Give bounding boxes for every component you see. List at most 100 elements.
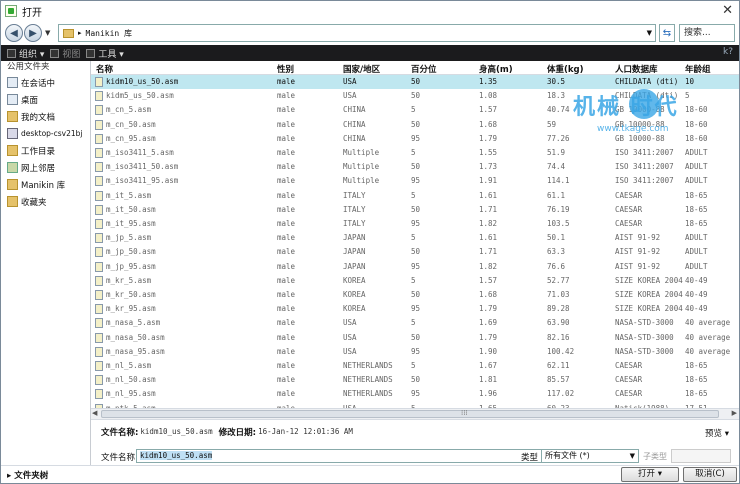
table-row[interactable]: kidm10_us_50.asm male USA 50 1.35 30.5 CHILDAT… [91, 75, 739, 89]
table-cell: KOREA [343, 275, 366, 285]
table-cell: 63.3 [547, 247, 566, 257]
sidebar-item-label: 我的文档 [21, 112, 56, 123]
column-header[interactable]: 身高(m) [479, 63, 513, 75]
table-cell: CAESAR [615, 361, 643, 370]
table-row[interactable]: m_nasa_95.asm male USA 95 1.90 100.42 NASA-STD… [91, 345, 739, 359]
table-row[interactable]: m_jp_5.asm male JAPAN 5 1.61 50.1 AIST 91-92 AD… [91, 231, 739, 245]
column-header[interactable]: 名称 [96, 63, 113, 75]
views-button[interactable]: 视图 [50, 47, 80, 60]
window-title: 打开 [22, 7, 42, 19]
sidebar-item-desktop[interactable]: 桌面 [1, 91, 90, 108]
table-cell: CHINA [343, 133, 366, 143]
table-cell: male [277, 361, 296, 370]
table-cell: m_nl_5.asm [106, 361, 152, 370]
sidebar-item-computer[interactable]: desktop-csv21bj [1, 125, 90, 142]
table-cell: male [277, 105, 296, 115]
address-dropdown-icon[interactable]: ▼ [647, 29, 652, 37]
address-bar[interactable]: ▸ Manikin 库 ▼ [58, 24, 656, 42]
sidebar-item-session[interactable]: 在会话中 [1, 74, 90, 91]
breadcrumb[interactable]: Manikin 库 [86, 28, 133, 39]
subtype-select[interactable] [671, 449, 731, 463]
table-cell: male [277, 133, 296, 143]
back-arrow-icon[interactable]: ◀ [5, 24, 23, 42]
sidebar-item-favorites[interactable]: 收藏夹 [1, 193, 90, 210]
table-cell: NASA-STD-3000 [615, 318, 674, 328]
favorites-icon [7, 196, 18, 207]
sidebar-item-workdir[interactable]: 工作目录 [1, 142, 90, 159]
column-header[interactable]: 百分位 [411, 63, 437, 75]
table-row[interactable]: m_kr_50.asm male KOREA 50 1.68 71.03 SIZE KORE… [91, 288, 739, 302]
table-cell: 50 [411, 162, 421, 172]
scroll-right-icon[interactable]: ▶ [732, 409, 737, 417]
filename-value: kidm10_us_50.asm [140, 451, 213, 460]
table-cell: 95 [411, 176, 421, 186]
table-cell: 5 [411, 105, 416, 115]
cancel-button[interactable]: 取消(C) [683, 467, 737, 482]
sidebar-item-documents[interactable]: 我的文档 [1, 108, 90, 125]
table-row[interactable]: m_iso3411_95.asm male Multiple 95 1.91 114.1 I… [91, 174, 739, 188]
history-dropdown-icon[interactable]: ▼ [45, 29, 50, 37]
asm-file-icon [95, 176, 103, 187]
column-header[interactable]: 年龄组 [685, 63, 711, 75]
column-header[interactable]: 人口数据库 [615, 63, 658, 75]
table-row[interactable]: m_iso3411_5.asm male Multiple 5 1.55 51.9 ISO … [91, 146, 739, 160]
table-row[interactable]: m_kr_5.asm male KOREA 5 1.57 52.77 SIZE KOREA … [91, 274, 739, 288]
table-cell: 18-65 [685, 219, 708, 228]
table-row[interactable]: m_nl_5.asm male NETHERLANDS 5 1.67 62.11 CAESA… [91, 359, 739, 373]
organize-button[interactable]: 组织 ▾ [7, 47, 44, 60]
table-cell: NETHERLANDS [343, 389, 393, 399]
tools-label: 工具 ▾ [98, 49, 124, 60]
title-bar: 打开 ✕ [1, 1, 739, 21]
refresh-icon[interactable]: ⇆ [659, 24, 675, 42]
table-row[interactable]: m_jp_50.asm male JAPAN 50 1.71 63.3 AIST 91-92… [91, 245, 739, 259]
table-cell: SIZE KOREA 2004 [615, 304, 683, 314]
table-cell: 1.68 [479, 290, 498, 299]
table-cell: ADULT [685, 247, 708, 257]
horizontal-scrollbar[interactable]: ◀ ⁞⁞⁞ ▶ [91, 408, 739, 419]
table-row[interactable]: m_iso3411_50.asm male Multiple 50 1.73 74.4 IS… [91, 160, 739, 174]
table-cell: 1.69 [479, 318, 498, 328]
table-cell: AIST 91-92 [615, 261, 661, 271]
asm-file-icon [95, 77, 103, 87]
table-cell: 40-49 [685, 290, 708, 299]
documents-icon [7, 111, 18, 122]
table-row[interactable]: m_nasa_50.asm male USA 50 1.79 82.16 NASA-STD-… [91, 331, 739, 345]
table-row[interactable]: m_kr_95.asm male KOREA 95 1.79 89.28 SIZE KORE… [91, 302, 739, 316]
table-cell: 18-60 [685, 105, 708, 115]
column-header[interactable]: 体重(kg) [547, 63, 584, 75]
table-cell: 5 [411, 361, 416, 370]
table-cell: male [277, 233, 296, 243]
table-cell: 40-49 [685, 275, 708, 285]
column-header[interactable]: 性别 [277, 63, 294, 75]
help-icon[interactable]: k? [723, 47, 733, 57]
sidebar-item-network[interactable]: 网上邻居 [1, 159, 90, 176]
sidebar-item-manikin[interactable]: Manikin 库 [1, 176, 90, 193]
table-cell: 50.1 [547, 233, 566, 243]
close-icon[interactable]: ✕ [722, 4, 733, 17]
table-cell: CAESAR [615, 204, 643, 214]
table-cell: 5 [411, 318, 416, 328]
scrollbar-thumb[interactable] [101, 410, 719, 418]
forward-arrow-icon[interactable]: ▶ [24, 24, 42, 42]
table-cell: SIZE KOREA 2004 [615, 290, 683, 299]
sidebar-header: 公用文件夹 [7, 62, 50, 72]
table-row[interactable]: m_it_50.asm male ITALY 50 1.71 76.19 CAESAR 18-… [91, 203, 739, 217]
table-row[interactable]: m_it_95.asm male ITALY 95 1.82 103.5 CAESAR 18-… [91, 217, 739, 231]
table-row[interactable]: m_jp_95.asm male JAPAN 95 1.82 76.6 AIST 91-92… [91, 260, 739, 274]
tools-button[interactable]: 工具 ▾ [86, 47, 124, 60]
filetype-select[interactable]: 所有文件 (*) ▼ [541, 449, 639, 463]
folder-tree-toggle[interactable]: ▸ 文件夹树 [7, 469, 48, 481]
search-input[interactable]: 搜索... [679, 24, 735, 42]
table-row[interactable]: m_nl_95.asm male NETHERLANDS 95 1.96 117.02 CA… [91, 387, 739, 401]
table-row[interactable]: m_nasa_5.asm male USA 5 1.69 63.90 NASA-STD-30… [91, 316, 739, 330]
table-cell: ITALY [343, 190, 366, 200]
column-header[interactable]: 国家/地区 [343, 63, 380, 75]
preview-button[interactable]: 预览 ▾ [705, 427, 729, 439]
table-row[interactable]: m_it_5.asm male ITALY 5 1.61 61.1 CAESAR 18-65 [91, 189, 739, 203]
open-button[interactable]: 打开 ▾ [621, 467, 679, 482]
table-row[interactable]: m_nl_50.asm male NETHERLANDS 50 1.81 85.57 CAE… [91, 373, 739, 387]
bottom-bar: ▸ 文件夹树 打开 ▾ 取消(C) [1, 465, 739, 483]
breadcrumb-arrow-icon[interactable]: ▸ [78, 29, 82, 37]
asm-file-icon [95, 233, 103, 244]
scroll-left-icon[interactable]: ◀ [92, 409, 97, 417]
